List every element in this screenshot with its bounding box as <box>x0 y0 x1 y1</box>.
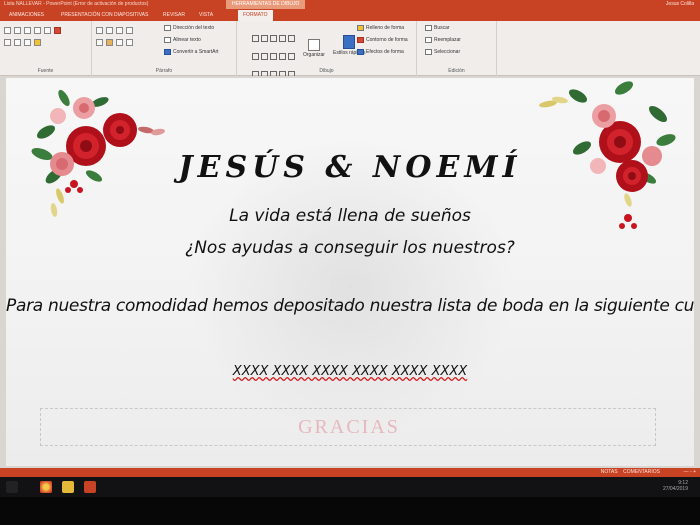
editing-group: Buscar Reemplazar Seleccionar Edición <box>417 21 497 76</box>
file-explorer-icon[interactable] <box>62 481 74 493</box>
paragraph-group-label: Párrafo <box>155 68 173 74</box>
user-name[interactable]: Jesus Colilla <box>666 0 694 9</box>
shape-fill-button[interactable]: Relleno de forma <box>357 25 404 31</box>
drawing-group: Organizar Estilos rápidos Relleno de for… <box>237 21 417 78</box>
italic-icon[interactable] <box>24 27 31 34</box>
couple-names[interactable]: JESÚS & NOEMÍ <box>6 150 694 185</box>
ribbon: Fuente Dirección del texto Alinear texto… <box>0 21 700 78</box>
tab-vista[interactable]: VISTA <box>194 10 218 21</box>
shape-effects-label: Efectos de forma <box>366 49 404 55</box>
smartart-icon <box>164 49 171 55</box>
text-direction-label: Dirección del texto <box>173 25 215 31</box>
font-color-icon[interactable] <box>54 27 61 34</box>
spacing-icon[interactable] <box>14 39 21 46</box>
align-text-button[interactable]: Alinear texto <box>164 37 201 43</box>
outdent-icon[interactable] <box>126 27 133 34</box>
text-direction-icon <box>164 25 171 31</box>
windows-start-icon[interactable] <box>6 481 18 493</box>
shape-fill-icon <box>357 25 364 31</box>
align-center-icon[interactable] <box>106 39 113 46</box>
comments-button[interactable]: COMENTARIOS <box>623 469 660 475</box>
numbering-icon[interactable] <box>106 27 113 34</box>
shape-outline-label: Contorno de forma <box>366 37 408 43</box>
tagline-line-2[interactable]: ¿Nos ayudas a conseguir los nuestros? <box>6 238 694 258</box>
status-bar: NOTAS COMENTARIOS — ◦ + <box>0 468 700 477</box>
paragraph-group: Dirección del texto Alinear texto Conver… <box>92 21 237 76</box>
status-notes-comments: NOTAS COMENTARIOS <box>601 468 660 477</box>
smartart-label: Convertir a SmartArt <box>173 49 219 55</box>
shape-outline-button[interactable]: Contorno de forma <box>357 37 408 43</box>
shadow-icon[interactable] <box>4 39 11 46</box>
rose-icon <box>103 113 137 147</box>
find-icon <box>425 25 432 31</box>
align-text-label: Alinear texto <box>173 37 201 43</box>
clock-date: 27/04/2019 <box>662 486 688 492</box>
select-button[interactable]: Seleccionar <box>425 49 460 55</box>
thanks-text: GRACIAS <box>298 416 400 438</box>
notes-button[interactable]: NOTAS <box>601 469 618 475</box>
bullets-icon[interactable] <box>96 27 103 34</box>
text-direction-button[interactable]: Dirección del texto <box>164 25 214 31</box>
bank-account-message[interactable]: Para nuestra comodidad hemos depositado … <box>6 296 694 316</box>
slide[interactable]: JESÚS & NOEMÍ La vida está llena de sueñ… <box>6 78 694 466</box>
highlight-icon[interactable] <box>34 39 41 46</box>
font-group: Fuente <box>0 21 92 76</box>
replace-label: Reemplazar <box>434 37 461 43</box>
shape-effects-button[interactable]: Efectos de forma <box>357 49 404 55</box>
bold-icon[interactable] <box>14 27 21 34</box>
align-left-icon[interactable] <box>96 39 103 46</box>
shape-fill-label: Relleno de forma <box>366 25 405 31</box>
justify-icon[interactable] <box>126 39 133 46</box>
thanks-textbox[interactable]: GRACIAS <box>40 408 656 446</box>
taskbar: 9:12 27/04/2019 <box>0 477 700 497</box>
font-size-icon[interactable] <box>4 27 11 34</box>
align-right-icon[interactable] <box>116 39 123 46</box>
bank-account-number[interactable]: XXXX XXXX XXXX XXXX XXXX XXXX <box>6 364 694 379</box>
shapes-gallery[interactable] <box>251 30 299 78</box>
title-bar: Lista NALLEVAR - PowerPoint (Error de ac… <box>0 0 700 9</box>
smartart-button[interactable]: Convertir a SmartArt <box>164 49 219 55</box>
tab-animaciones[interactable]: ANIMACIONES <box>4 10 49 21</box>
arrange-label: Organizar <box>303 52 325 58</box>
firefox-icon[interactable] <box>40 481 52 493</box>
find-label: Buscar <box>434 25 450 31</box>
tab-revisar[interactable]: REVISAR <box>158 10 190 21</box>
tab-formato[interactable]: FORMATO <box>238 10 273 21</box>
align-text-icon <box>164 37 171 43</box>
window-title: Lista NALLEVAR - PowerPoint (Error de ac… <box>4 1 149 7</box>
strikethrough-icon[interactable] <box>44 27 51 34</box>
underline-icon[interactable] <box>34 27 41 34</box>
indent-icon[interactable] <box>116 27 123 34</box>
drawing-group-label: Dibujo <box>319 68 334 74</box>
arrange-button[interactable]: Organizar <box>303 39 325 58</box>
font-group-label: Fuente <box>37 68 54 74</box>
quick-styles-icon <box>343 35 356 49</box>
replace-icon <box>425 37 432 43</box>
shape-outline-icon <box>357 37 364 43</box>
arrange-icon <box>307 39 320 51</box>
powerpoint-icon[interactable] <box>84 481 96 493</box>
select-icon <box>425 49 432 55</box>
find-button[interactable]: Buscar <box>425 25 450 31</box>
monitor-bezel <box>0 497 700 525</box>
editing-group-label: Edición <box>448 68 465 74</box>
zoom-slider[interactable]: — ◦ + <box>684 468 696 477</box>
replace-button[interactable]: Reemplazar <box>425 37 461 43</box>
tagline-line-1[interactable]: La vida está llena de sueños <box>6 206 694 226</box>
screen: Lista NALLEVAR - PowerPoint (Error de ac… <box>0 0 700 525</box>
tab-presentacion[interactable]: PRESENTACIÓN CON DIAPOSITIVAS <box>56 10 153 21</box>
shape-effects-icon <box>357 49 364 55</box>
case-icon[interactable] <box>24 39 31 46</box>
system-clock[interactable]: 9:12 27/04/2019 <box>663 480 688 492</box>
select-label: Seleccionar <box>434 49 461 55</box>
ribbon-tabs: ANIMACIONES PRESENTACIÓN CON DIAPOSITIVA… <box>0 9 700 21</box>
drawing-tools-header: HERRAMIENTAS DE DIBUJO <box>226 0 306 9</box>
